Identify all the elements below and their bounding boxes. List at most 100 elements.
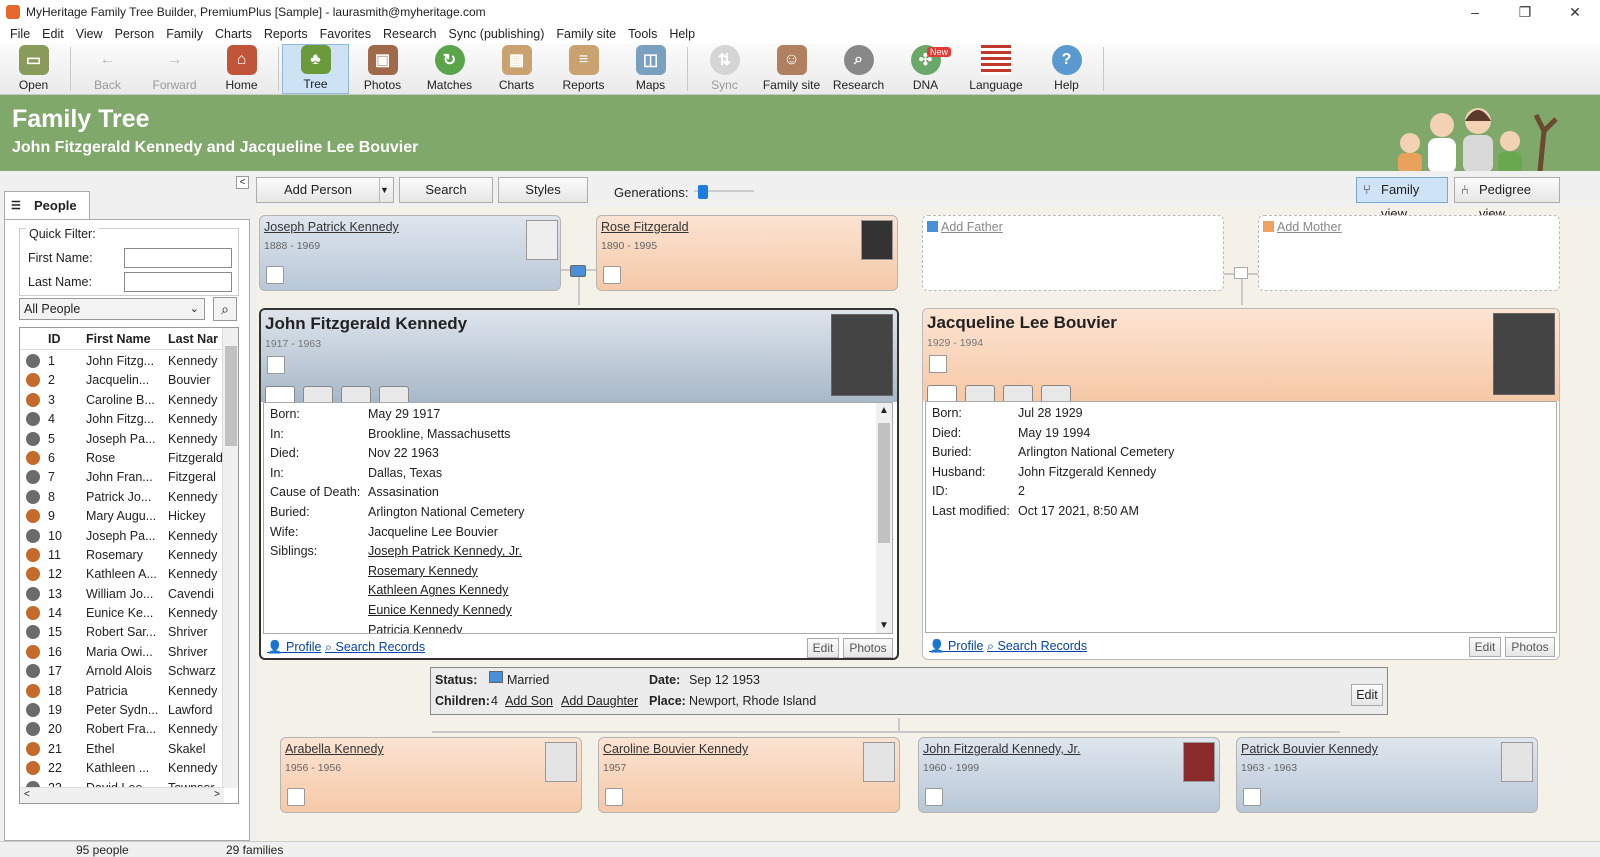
research-button[interactable]: ⌕ Research — [825, 44, 892, 94]
husband-edit-button[interactable]: Edit — [807, 638, 839, 658]
column-id[interactable]: ID — [48, 332, 61, 346]
table-row[interactable]: 9 Mary Augu... Hickey — [20, 507, 224, 526]
child-name[interactable]: Arabella Kennedy — [285, 742, 384, 756]
table-row[interactable]: 7 John Fran... Fitzgeral — [20, 468, 224, 487]
husband-search-records-link[interactable]: ⌕ Search Records — [325, 640, 425, 655]
sibling-link[interactable]: Rosemary Kennedy — [368, 564, 478, 578]
tree-button[interactable]: ♣ Tree — [282, 44, 349, 94]
table-row[interactable]: 22 Kathleen ... Kennedy — [20, 759, 224, 778]
table-row[interactable]: 11 Rosemary Kennedy — [20, 546, 224, 565]
last-name-field[interactable] — [124, 272, 232, 292]
table-row[interactable]: 12 Kathleen A... Kennedy — [20, 565, 224, 584]
charts-button[interactable]: ▦ Charts — [483, 44, 550, 94]
child-card[interactable]: Arabella Kennedy 1956 - 1956 — [280, 737, 582, 813]
table-row[interactable]: 2 Jacquelin... Bouvier — [20, 371, 224, 390]
table-row[interactable]: 16 Maria Owi... Shriver — [20, 643, 224, 662]
person-icon[interactable] — [1243, 788, 1261, 806]
mother-name[interactable]: Rose Fitzgerald — [601, 220, 689, 234]
table-row[interactable]: 17 Arnold Alois Schwarz — [20, 662, 224, 681]
person-icon[interactable] — [603, 266, 621, 284]
maximize-button[interactable]: ❐ — [1502, 0, 1548, 24]
mother-photo[interactable] — [861, 220, 893, 260]
tab-details[interactable] — [927, 385, 957, 401]
father-card[interactable]: Joseph Patrick Kennedy 1888 - 1969 — [259, 215, 561, 291]
collapse-panel-button[interactable]: < — [236, 176, 249, 189]
child-name[interactable]: Caroline Bouvier Kennedy — [603, 742, 748, 756]
tab-family[interactable] — [1003, 385, 1033, 401]
add-daughter-link[interactable]: Add Daughter — [561, 694, 638, 708]
reports-button[interactable]: ≡ Reports — [550, 44, 617, 94]
detail-value[interactable]: Joseph Patrick Kennedy, Jr. — [368, 544, 522, 558]
close-button[interactable]: ✕ — [1552, 0, 1598, 24]
wife-card[interactable]: Jacqueline Lee Bouvier 1929 - 1994 Born:… — [922, 308, 1560, 660]
tab-family[interactable] — [341, 386, 371, 402]
forward-button[interactable]: → Forward — [141, 44, 208, 94]
chevron-up-icon[interactable]: ▲ — [879, 405, 889, 416]
tab-facts[interactable] — [965, 385, 995, 401]
people-filter-dropdown[interactable]: All People ⌄ — [19, 298, 205, 320]
menu-tools[interactable]: Tools — [622, 27, 663, 41]
sibling-link[interactable]: Eunice Kennedy Kennedy — [368, 603, 512, 617]
home-button[interactable]: ⌂ Home — [208, 44, 275, 94]
husband-photo[interactable] — [831, 314, 893, 396]
person-icon[interactable] — [925, 788, 943, 806]
menu-family-site[interactable]: Family site — [550, 27, 622, 41]
husband-name[interactable]: John Fitzgerald Kennedy — [265, 314, 467, 334]
chevron-down-icon[interactable]: ▼ — [379, 178, 395, 202]
menu-reports[interactable]: Reports — [258, 27, 314, 41]
table-row[interactable]: 6 Rose Fitzgerald — [20, 449, 224, 468]
people-tab[interactable]: ☰ People — [4, 191, 90, 219]
language-button[interactable]: Language — [959, 44, 1033, 94]
husband-photos-button[interactable]: Photos — [843, 638, 893, 658]
wife-photos-button[interactable]: Photos — [1505, 637, 1555, 657]
wife-edit-button[interactable]: Edit — [1469, 637, 1501, 657]
dna-button[interactable]: ✣ DNA New — [892, 44, 959, 94]
sync-button[interactable]: ⇅ Sync — [691, 44, 758, 94]
table-row[interactable]: 5 Joseph Pa... Kennedy — [20, 430, 224, 449]
child-name[interactable]: John Fitzgerald Kennedy, Jr. — [923, 742, 1081, 756]
tab-details[interactable] — [265, 386, 295, 402]
people-list-hscrollbar[interactable]: < > — [20, 787, 224, 803]
column-first-name[interactable]: First Name — [86, 332, 151, 346]
wife-profile-link[interactable]: 👤 Profile — [929, 639, 983, 654]
person-icon[interactable] — [266, 266, 284, 284]
child-photo[interactable] — [1501, 742, 1533, 782]
table-row[interactable]: 3 Caroline B... Kennedy — [20, 391, 224, 410]
menu-family[interactable]: Family — [160, 27, 209, 41]
add-mother-card[interactable]: Add Mother — [1258, 215, 1560, 291]
table-row[interactable]: 18 Patricia Kennedy — [20, 682, 224, 701]
mother-card[interactable]: Rose Fitzgerald 1890 - 1995 — [596, 215, 898, 291]
person-icon[interactable] — [287, 788, 305, 806]
table-row[interactable]: 1 John Fitzg... Kennedy — [20, 352, 224, 371]
husband-card[interactable]: John Fitzgerald Kennedy 1917 - 1963 Born… — [259, 308, 899, 660]
help-button[interactable]: ? Help — [1033, 44, 1100, 94]
generations-slider[interactable] — [694, 185, 754, 199]
father-name[interactable]: Joseph Patrick Kennedy — [264, 220, 399, 234]
styles-button[interactable]: Styles — [498, 177, 588, 203]
menu-sync[interactable]: Sync (publishing) — [443, 27, 551, 41]
menu-edit[interactable]: Edit — [36, 27, 70, 41]
menu-person[interactable]: Person — [109, 27, 161, 41]
family-site-button[interactable]: ☺ Family site — [758, 44, 825, 94]
details-scrollbar[interactable]: ▲ ▼ — [876, 403, 892, 633]
child-photo[interactable] — [1183, 742, 1215, 782]
column-last-name[interactable]: Last Nar — [168, 332, 218, 346]
child-card[interactable]: Caroline Bouvier Kennedy 1957 — [598, 737, 900, 813]
child-card[interactable]: Patrick Bouvier Kennedy 1963 - 1963 — [1236, 737, 1538, 813]
open-button[interactable]: ▭ Open — [0, 44, 67, 94]
filter-search-button[interactable]: ⌕ — [213, 297, 237, 321]
menu-favorites[interactable]: Favorites — [314, 27, 377, 41]
photos-button[interactable]: ▣ Photos — [349, 44, 416, 94]
marriage-icon[interactable] — [570, 265, 586, 277]
table-row[interactable]: 4 John Fitzg... Kennedy — [20, 410, 224, 429]
maps-button[interactable]: ◫ Maps — [617, 44, 684, 94]
father-photo[interactable] — [526, 220, 558, 260]
marriage-edit-button[interactable]: Edit — [1351, 684, 1383, 706]
first-name-field[interactable] — [124, 248, 232, 268]
add-father-card[interactable]: Add Father — [922, 215, 1224, 291]
husband-profile-link[interactable]: 👤 Profile — [267, 640, 321, 655]
add-person-button[interactable]: Add Person ▼ — [256, 177, 394, 203]
search-button[interactable]: Search — [399, 177, 493, 203]
menu-research[interactable]: Research — [377, 27, 443, 41]
tab-events[interactable] — [1041, 385, 1071, 401]
